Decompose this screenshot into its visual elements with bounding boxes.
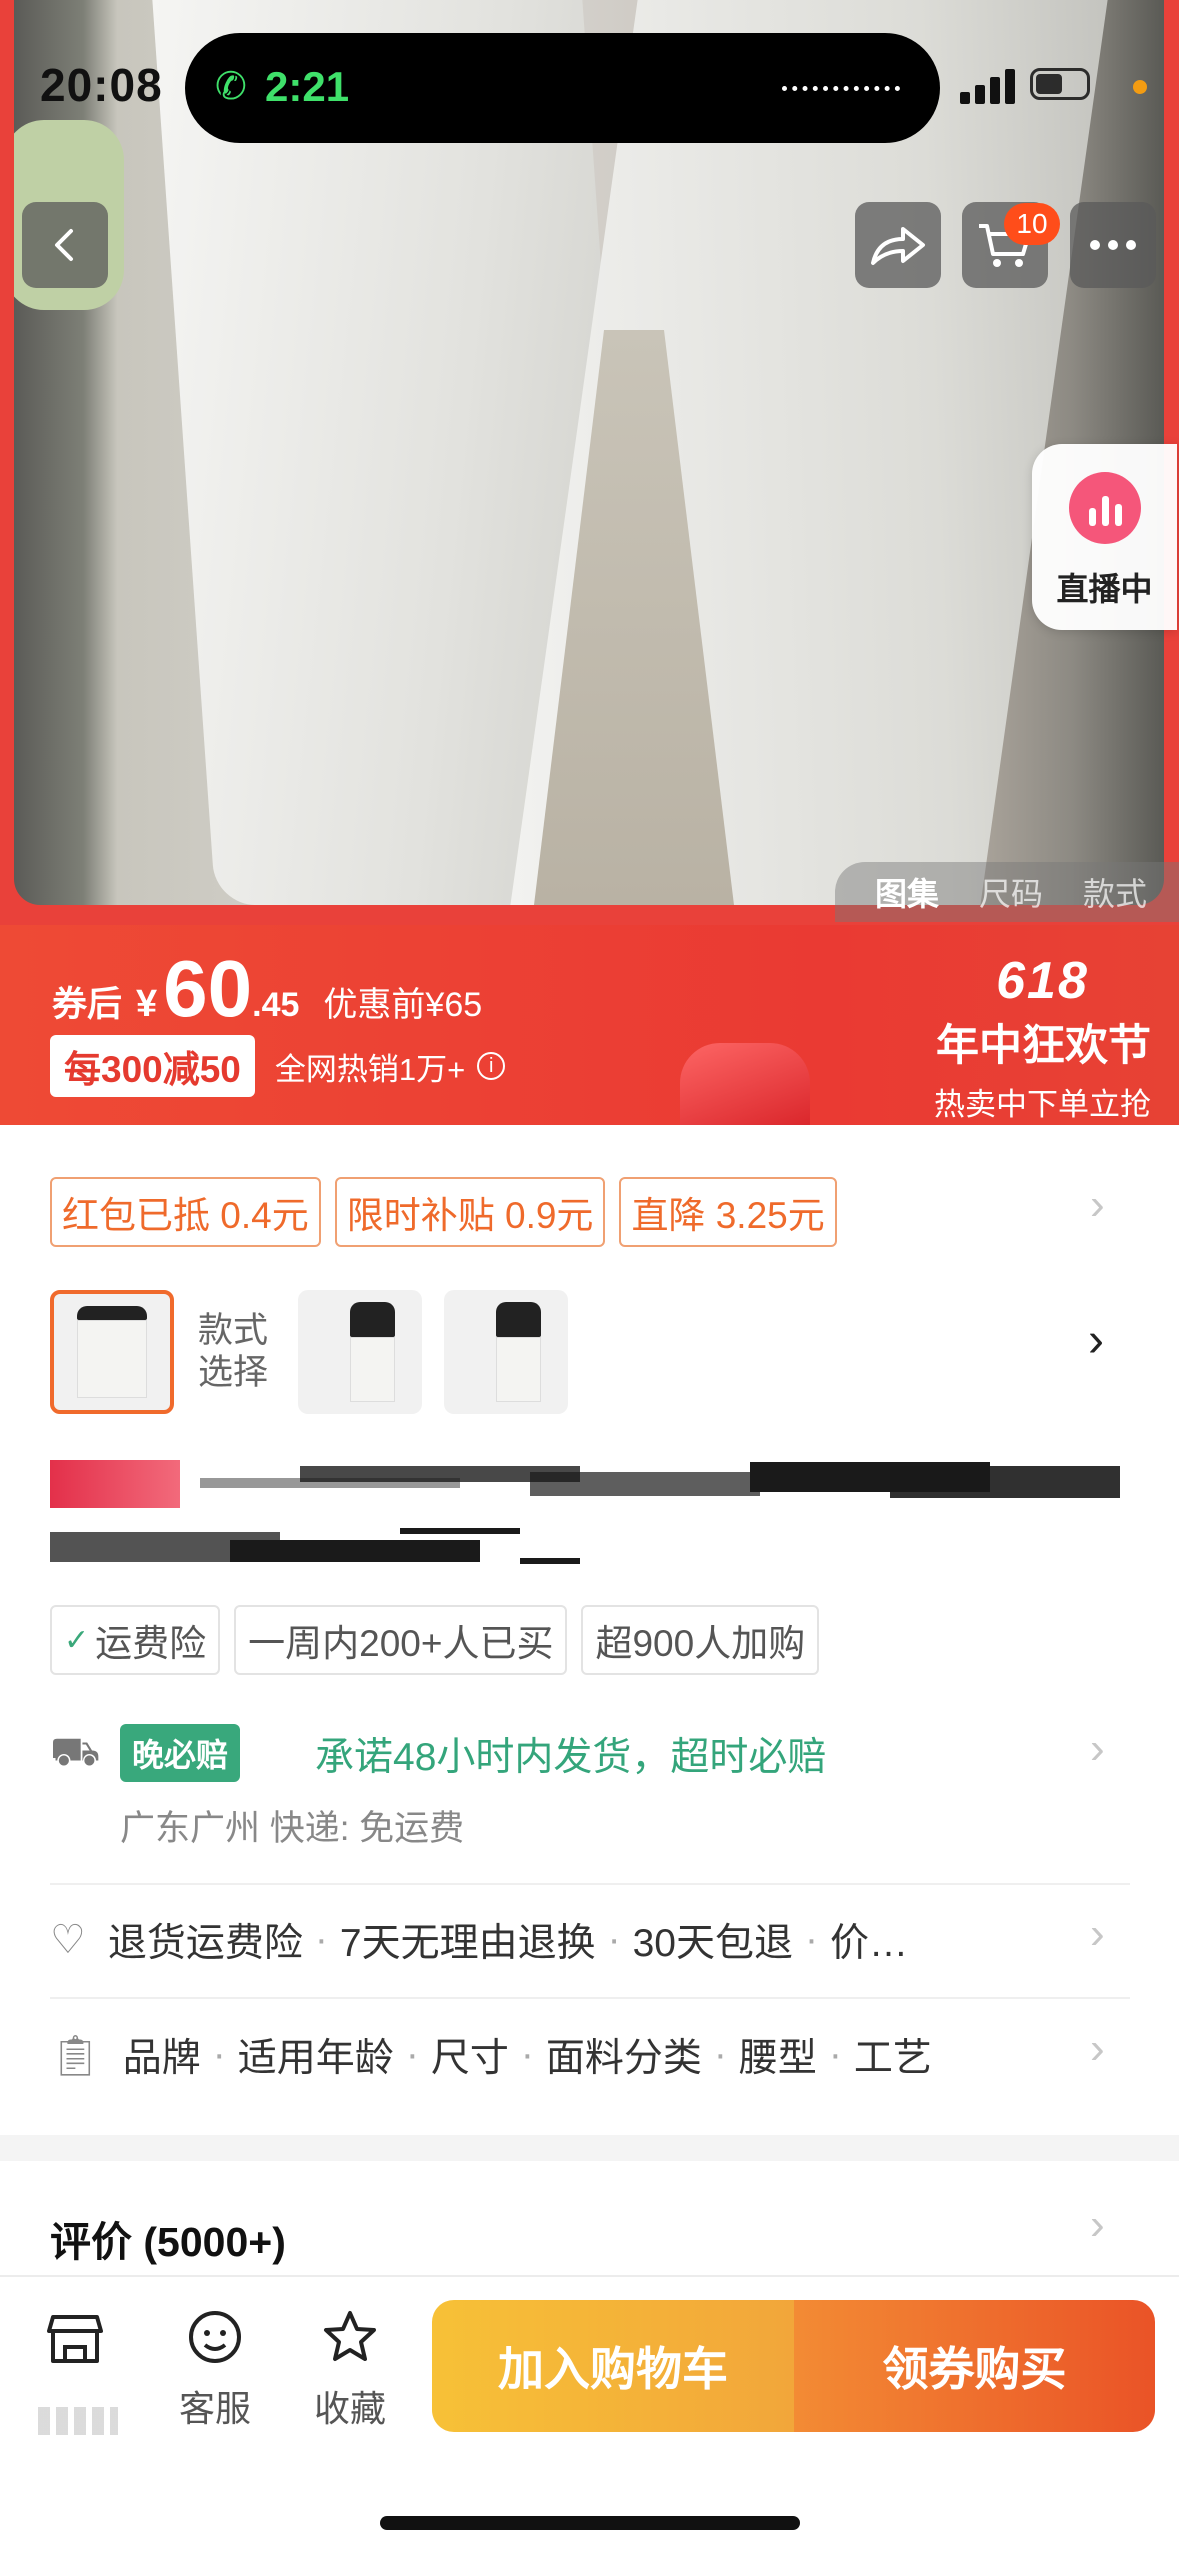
tab-size[interactable]: 尺码: [979, 869, 1043, 915]
add-to-cart-button[interactable]: 加入购物车: [432, 2300, 794, 2432]
benefit-tags[interactable]: 红包已抵 0.4元 限时补贴 0.9元 直降 3.25元: [50, 1177, 837, 1247]
signal-icon: [960, 68, 1016, 104]
service-guarantees-row[interactable]: ♡ 退货运费险 · 7天无理由退换 · 30天包退 · 价… ›: [50, 1905, 1125, 1975]
live-label: 直播中: [1056, 571, 1153, 607]
status-bar: 20:08 ✆ 2:21: [0, 0, 1179, 150]
audio-wave-icon: [782, 86, 900, 92]
chevron-right-icon[interactable]: ›: [1090, 2024, 1105, 2074]
late-compensation-badge: 晚必赔: [120, 1724, 241, 1782]
buy-with-coupon-button[interactable]: 领券购买: [794, 2300, 1155, 2432]
style-select-label: 款式 选择: [198, 1311, 269, 1392]
original-price: 优惠前¥65: [323, 986, 483, 1024]
home-indicator[interactable]: [380, 2516, 800, 2530]
promo-row: 每300减50 全网热销1万+ i: [50, 1035, 506, 1097]
price-row: 券后 ¥ 60 .45 优惠前¥65: [52, 943, 482, 1035]
customer-service-label: 客服: [178, 2388, 251, 2429]
more-dots-icon: [1090, 240, 1136, 250]
live-bars-icon: [1069, 472, 1141, 544]
after-coupon-label: 券后: [52, 985, 123, 1024]
product-details: 红包已抵 0.4元 限时补贴 0.9元 直降 3.25元 › 款式 选择 › ✓: [0, 1125, 1179, 2135]
back-button[interactable]: [22, 202, 108, 288]
clipboard-icon: 📋︎: [50, 2033, 101, 2078]
style-thumb[interactable]: [444, 1290, 569, 1414]
style-thumb[interactable]: [298, 1290, 423, 1414]
chat-face-icon: [160, 2307, 270, 2380]
festival-banner[interactable]: 618 年中狂欢节 热卖中下单立抢: [934, 951, 1151, 1124]
currency-symbol: ¥: [136, 983, 158, 1025]
shipping-location: 广东广州 快递: 免运费: [120, 1809, 465, 1848]
reviews-header[interactable]: 评价 (5000+): [50, 2208, 286, 2268]
chevron-right-icon[interactable]: ›: [1090, 1724, 1105, 1774]
price-banner: 券后 ¥ 60 .45 优惠前¥65 每300减50 全网热销1万+ i 618…: [0, 925, 1179, 1125]
share-button[interactable]: [855, 202, 941, 288]
tab-gallery[interactable]: 图集: [875, 869, 939, 915]
battery-icon: [1030, 68, 1090, 100]
hot-sales-text: 全网热销1万+: [274, 1051, 466, 1087]
chevron-left-icon: [55, 229, 73, 261]
tag-cart-adds: 超900人加购: [581, 1605, 820, 1675]
title-tag-badge: [50, 1460, 180, 1508]
share-icon: [871, 227, 925, 265]
product-tags: ✓ 运费险 一周内200+人已买 超900人加购: [50, 1605, 820, 1675]
cart-count-badge: 10: [1004, 203, 1060, 245]
benefit-direct-discount[interactable]: 直降 3.25元: [619, 1177, 837, 1247]
product-params-row[interactable]: 📋︎ 品牌 · 适用年龄 · 尺寸 · 面料分类 · 腰型 · 工艺 ›: [50, 2020, 1125, 2090]
dynamic-island-call[interactable]: ✆ 2:21: [185, 33, 940, 143]
benefit-red-packet[interactable]: 红包已抵 0.4元: [50, 1177, 321, 1247]
truck-icon: ⛟: [50, 1730, 101, 1774]
shield-check-icon: ✓: [64, 1623, 90, 1657]
shipping-row[interactable]: ⛟ 晚必赔 承诺48小时内发货，超时必赔 广东广州 快递: 免运费 ›: [50, 1724, 1125, 1850]
section-separator: [0, 2135, 1179, 2161]
live-stream-button[interactable]: 直播中: [1032, 444, 1177, 630]
price-decimal: .45: [252, 986, 300, 1024]
phone-icon: ✆: [215, 66, 247, 108]
privacy-indicator-dot: [1133, 80, 1147, 94]
status-time: 20:08: [40, 59, 163, 111]
info-icon[interactable]: i: [477, 1052, 506, 1080]
gallery-tabs: 图集 尺码 款式: [835, 862, 1179, 922]
call-duration: 2:21: [265, 63, 350, 110]
tab-style[interactable]: 款式: [1083, 869, 1147, 915]
favorite-button[interactable]: 收藏: [295, 2307, 405, 2432]
heart-icon: ♡: [50, 1918, 86, 1962]
chevron-right-icon[interactable]: ›: [1090, 1909, 1105, 1959]
chevron-right-icon[interactable]: ›: [1088, 1313, 1104, 1368]
chevron-right-icon[interactable]: ›: [1090, 2200, 1105, 2250]
tag-weekly-buyers: 一周内200+人已买: [234, 1605, 568, 1675]
benefit-subsidy[interactable]: 限时补贴 0.9元: [334, 1177, 606, 1247]
style-selector[interactable]: 款式 选择: [50, 1290, 569, 1414]
shipping-promise: 承诺48小时内发货，超时必赔: [315, 1736, 827, 1779]
store-icon: [20, 2307, 130, 2380]
shopping-bag-decoration: [680, 1043, 810, 1125]
tag-shipping-insurance: ✓ 运费险: [50, 1605, 221, 1675]
purchase-buttons: 加入购物车 领券购买: [432, 2300, 1155, 2432]
favorite-label: 收藏: [313, 2388, 386, 2429]
divider: [50, 1883, 1130, 1885]
chevron-right-icon[interactable]: ›: [1090, 1180, 1105, 1230]
festival-name: 年中狂欢节: [936, 1022, 1151, 1070]
star-icon: [295, 2307, 405, 2380]
customer-service-button[interactable]: 客服: [160, 2307, 270, 2432]
product-gallery[interactable]: 20:08 ✆ 2:21 10 直播中 图集 尺码 款式: [0, 0, 1179, 925]
more-button[interactable]: [1070, 202, 1156, 288]
store-button[interactable]: [20, 2307, 130, 2435]
promo-badge[interactable]: 每300减50: [50, 1035, 255, 1097]
price-integer: 60: [163, 944, 253, 1033]
store-name-redacted: [38, 2407, 118, 2435]
festival-number: 618: [996, 952, 1089, 1010]
festival-subtitle: 热卖中下单立抢: [934, 1087, 1151, 1122]
divider: [50, 1997, 1130, 1999]
product-title-redacted: [50, 1460, 1125, 1600]
bottom-action-bar: 客服 收藏 加入购物车 领券购买: [0, 2275, 1179, 2556]
style-thumb-selected[interactable]: [50, 1290, 174, 1414]
